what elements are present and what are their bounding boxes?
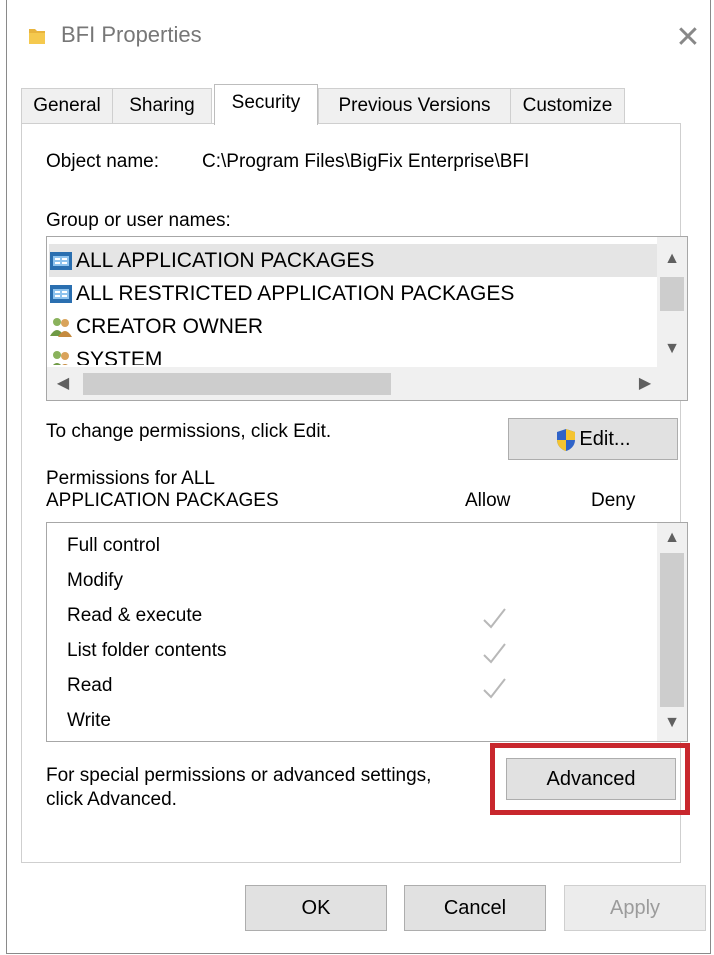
scroll-up-icon[interactable]: ▲ — [660, 247, 684, 271]
allow-check-icon — [483, 643, 506, 664]
scroll-thumb[interactable] — [660, 277, 684, 311]
list-item[interactable]: ALL RESTRICTED APPLICATION PACKAGES — [49, 277, 514, 310]
group-list: ALL APPLICATION PACKAGES ALL RESTRICTED … — [46, 236, 688, 401]
tab-security[interactable]: Security — [214, 84, 318, 125]
permissions-for-line2: APPLICATION PACKAGES — [46, 490, 279, 511]
scroll-up-icon[interactable]: ▲ — [660, 526, 684, 550]
permissions-list: Full control Modify Read & execute List … — [46, 522, 688, 742]
group-name: ALL APPLICATION PACKAGES — [76, 249, 375, 272]
tab-customize[interactable]: Customize — [510, 88, 625, 124]
change-permissions-hint: To change permissions, click Edit. — [46, 421, 332, 442]
users-icon — [50, 318, 72, 338]
list-item[interactable]: ALL APPLICATION PACKAGES — [49, 244, 657, 277]
permissions-for-label: Permissions for ALL APPLICATION PACKAGES — [46, 468, 279, 512]
object-name-label: Object name: — [46, 151, 159, 172]
allow-check-icon — [483, 678, 506, 699]
permission-name: Full control — [67, 535, 160, 556]
scroll-thumb[interactable] — [660, 553, 684, 707]
scroll-right-icon[interactable]: ▶ — [633, 372, 657, 396]
window-title: BFI Properties — [61, 22, 202, 47]
scroll-down-icon[interactable]: ▼ — [660, 337, 684, 361]
list-item[interactable]: SYSTEM — [49, 343, 162, 365]
close-button[interactable]: ✕ — [668, 18, 708, 58]
allow-column-header: Allow — [465, 490, 511, 511]
scroll-thumb[interactable] — [83, 373, 391, 395]
permission-name: List folder contents — [67, 640, 227, 661]
permissions-vscrollbar[interactable]: ▲ ▼ — [657, 523, 687, 741]
edit-button-label: Edit... — [579, 428, 631, 450]
scroll-down-icon[interactable]: ▼ — [660, 711, 684, 735]
edit-button[interactable]: Edit... — [508, 418, 678, 460]
tab-previous-versions[interactable]: Previous Versions — [318, 88, 511, 124]
shield-icon — [557, 428, 576, 451]
advanced-hint-line2: click Advanced. — [46, 789, 177, 810]
deny-column-header: Deny — [591, 490, 636, 511]
package-icon — [50, 285, 72, 304]
permission-name: Read & execute — [67, 605, 203, 626]
title-bar: BFI Properties ✕ — [7, 0, 710, 78]
group-list-vscrollbar[interactable]: ▲ ▼ — [657, 237, 687, 367]
permission-name: Write — [67, 710, 111, 731]
object-name-value: C:\Program Files\BigFix Enterprise\BFI — [202, 151, 530, 172]
folder-icon — [29, 29, 45, 44]
permissions-for-line1: Permissions for ALL — [46, 468, 215, 489]
properties-dialog: BFI Properties ✕ General Sharing Securit… — [6, 0, 711, 954]
advanced-hint: For special permissions or advanced sett… — [46, 764, 431, 812]
tab-sharing[interactable]: Sharing — [112, 88, 212, 124]
advanced-button[interactable]: Advanced — [506, 758, 676, 800]
group-label: Group or user names: — [46, 210, 231, 231]
users-icon — [53, 351, 69, 365]
package-icon — [50, 252, 72, 271]
advanced-hint-line1: For special permissions or advanced sett… — [46, 765, 432, 786]
list-item[interactable]: CREATOR OWNER — [49, 310, 263, 343]
scroll-left-icon[interactable]: ◀ — [51, 372, 75, 396]
permission-name: Modify — [67, 570, 123, 591]
permission-name: Read — [67, 675, 113, 696]
group-list-hscrollbar[interactable]: ◀ ▶ — [47, 367, 687, 400]
cancel-button[interactable]: Cancel — [404, 885, 546, 931]
group-name: SYSTEM — [76, 348, 163, 365]
security-panel: Object name: C:\Program Files\BigFix Ent… — [21, 123, 690, 863]
group-name: ALL RESTRICTED APPLICATION PACKAGES — [76, 282, 515, 305]
allow-check-icon — [483, 608, 506, 629]
group-name: CREATOR OWNER — [76, 315, 264, 338]
apply-button[interactable]: Apply — [564, 885, 706, 931]
ok-button[interactable]: OK — [245, 885, 387, 931]
tab-general[interactable]: General — [21, 88, 113, 124]
